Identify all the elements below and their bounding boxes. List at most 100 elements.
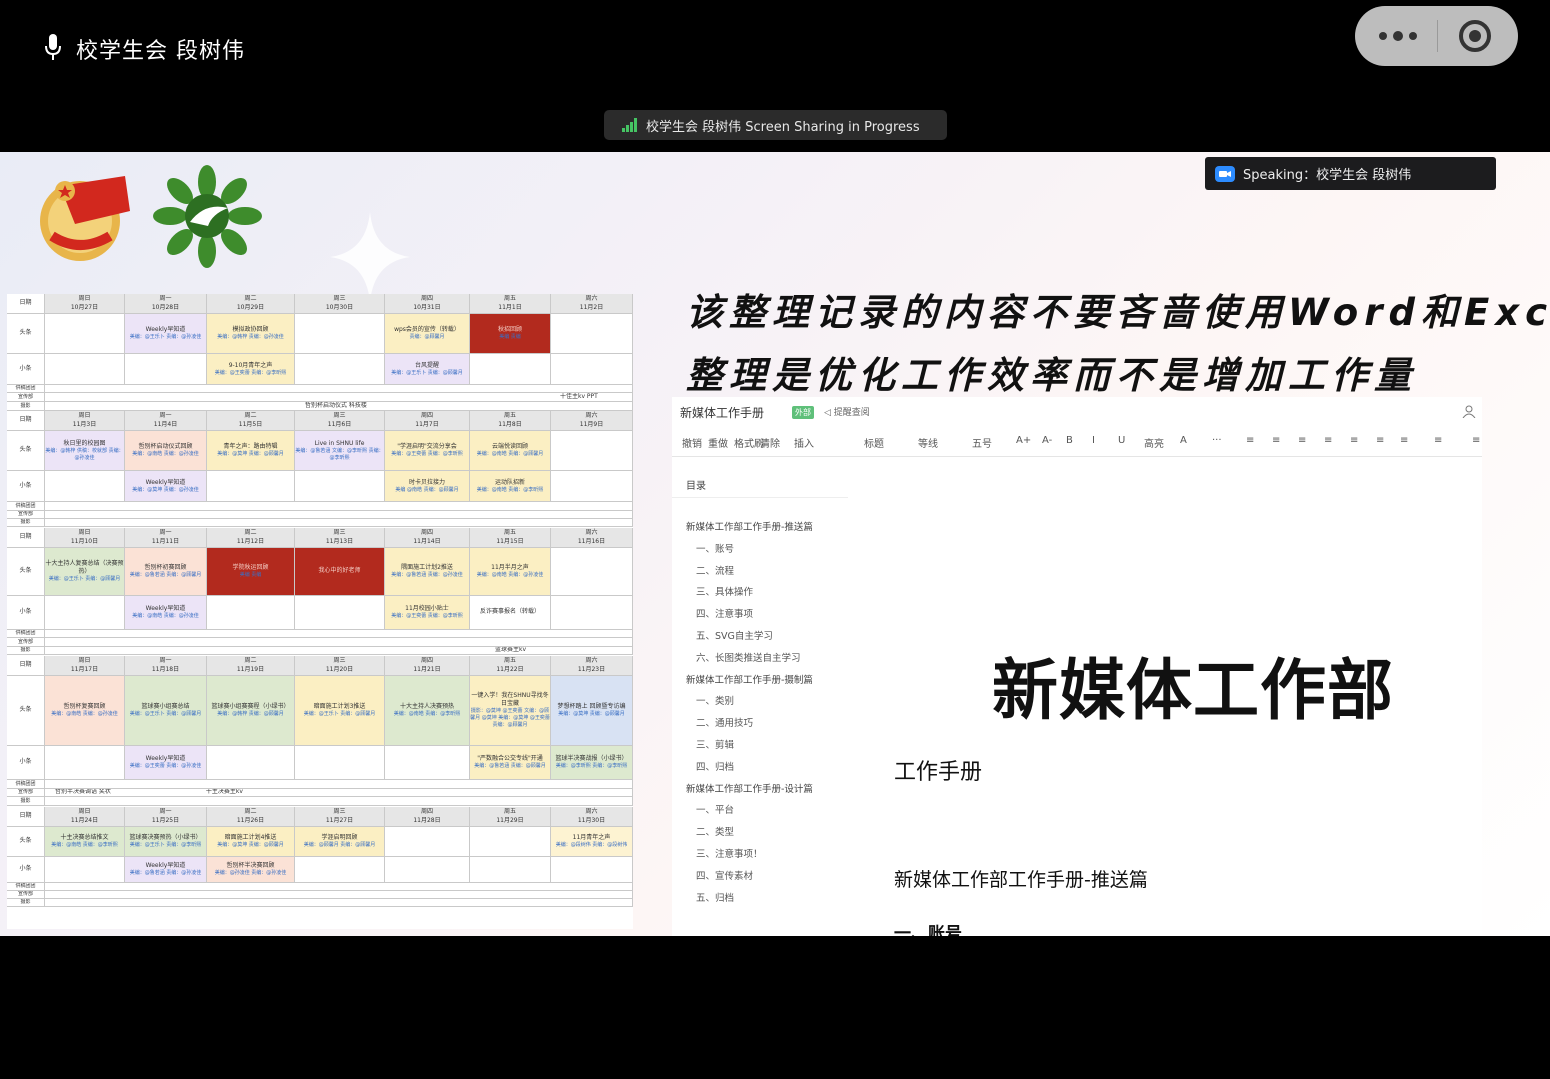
toolbar-button[interactable]: U: [1118, 435, 1125, 446]
toc-item[interactable]: 三、注意事项！: [696, 846, 763, 860]
schedule-cell[interactable]: 11月半月之声 美编：@南皓 责编：@孙凌佳: [470, 548, 551, 596]
schedule-cell[interactable]: wps会员的宣传（转载） 责编：@顾馨月: [385, 314, 470, 354]
schedule-cell[interactable]: 暗面施工计划4推送 美编：@莫坤 责编：@顾馨月: [207, 827, 295, 857]
user-icon[interactable]: [1462, 404, 1476, 418]
list-format-icon[interactable]: ≡: [1298, 435, 1306, 446]
toc-item[interactable]: 一、类别: [696, 693, 734, 707]
schedule-cell[interactable]: [385, 827, 470, 857]
schedule-cell[interactable]: 十大主持人决赛预热 美编：@南皓 责编：@李昕熙: [385, 676, 470, 746]
toc-item[interactable]: 一、账号: [696, 541, 734, 555]
schedule-cell[interactable]: 隅面施工计划2推送 美编：@鲁若涵 责编：@孙凌佳: [385, 548, 470, 596]
schedule-cell[interactable]: 篮球赛决赛预热（小绿书） 美编：@王乐卜 责编：@李昕熙: [125, 827, 207, 857]
toolbar-button[interactable]: I: [1092, 435, 1095, 446]
toolbar-button[interactable]: 标题: [864, 435, 884, 450]
toolbar-button[interactable]: 等线: [918, 435, 938, 450]
schedule-cell[interactable]: 梦想杯踏上 回顾暨专访编 美编：@莫坤 责编：@顾馨月: [551, 676, 633, 746]
schedule-cell[interactable]: 青年之声：路由特辑 美编：@莫坤 责编：@顾馨月: [207, 431, 295, 471]
schedule-cell[interactable]: 十主决赛总结推文 美编：@南皓 责编：@李昕熙: [45, 827, 125, 857]
toc-item[interactable]: 三、剪辑: [696, 737, 734, 751]
toolbar-button[interactable]: 重做: [708, 435, 728, 450]
toolbar-button[interactable]: 插入: [794, 435, 814, 450]
toc-section[interactable]: 新媒体工作部工作手册-推送篇: [686, 519, 813, 533]
schedule-cell[interactable]: Weekly早知道 美编：@鲁若涵 责编：@孙凌佳: [125, 857, 207, 883]
schedule-cell[interactable]: [295, 314, 385, 354]
list-format-icon[interactable]: ≡: [1376, 435, 1384, 446]
schedule-cell[interactable]: Weekly早知道 美编：@南皓 责编：@孙凌佳: [125, 596, 207, 630]
schedule-cell[interactable]: 台风提醒 美编：@王乐卜 责编：@顾馨月: [385, 354, 470, 385]
schedule-cell[interactable]: 学院秋运回顾 美编 责编: [207, 548, 295, 596]
toc-item[interactable]: 五、SVG自主学习: [696, 628, 773, 642]
toolbar-button[interactable]: A-: [1042, 435, 1052, 446]
schedule-cell[interactable]: [45, 354, 125, 385]
schedule-cell[interactable]: [551, 354, 633, 385]
schedule-cell[interactable]: [470, 857, 551, 883]
schedule-cell[interactable]: 篮球赛小组赛赛程（小绿书） 美编：@韩梓 责编：@顾馨月: [207, 676, 295, 746]
schedule-cell[interactable]: 哲别杯复赛回顾 美编：@南皓 责编：@孙凌佳: [45, 676, 125, 746]
toolbar-button[interactable]: ···: [1212, 435, 1222, 446]
toc-item[interactable]: 四、宣传素材: [696, 868, 753, 882]
schedule-cell[interactable]: [385, 746, 470, 780]
schedule-cell[interactable]: 9-10月青年之声 美编：@王奕蕾 责编：@李昕熙: [207, 354, 295, 385]
toc-item[interactable]: 二、通用技巧: [696, 715, 753, 729]
schedule-cell[interactable]: [295, 746, 385, 780]
list-format-icon[interactable]: ≡: [1350, 435, 1358, 446]
schedule-cell[interactable]: 模拟政协回顾 美编：@韩梓 责编：@孙凌佳: [207, 314, 295, 354]
target-icon[interactable]: [1457, 18, 1493, 54]
schedule-cell[interactable]: 反诈赛事报名（转载）: [470, 596, 551, 630]
schedule-cell[interactable]: 云端悦读回顾 美编：@南皓 责编：@顾馨月: [470, 431, 551, 471]
screen-sharing-banner[interactable]: 校学生会 段树伟 Screen Sharing in Progress: [604, 110, 947, 140]
toc-item[interactable]: 四、注意事项: [696, 606, 753, 620]
schedule-cell[interactable]: [207, 471, 295, 502]
toc-item[interactable]: 二、类型: [696, 824, 734, 838]
toolbar-button[interactable]: B: [1066, 435, 1073, 446]
list-format-icon[interactable]: ≡: [1434, 435, 1442, 446]
schedule-cell[interactable]: [295, 857, 385, 883]
schedule-cell[interactable]: 运动队招新 美编：@南皓 责编：@李昕熙: [470, 471, 551, 502]
schedule-cell[interactable]: [551, 471, 633, 502]
toolbar-button[interactable]: 撤销: [682, 435, 702, 450]
toc-item[interactable]: 六、长图类推送自主学习: [696, 650, 801, 664]
schedule-cell[interactable]: [551, 857, 633, 883]
schedule-cell[interactable]: 我心中的好老师: [295, 548, 385, 596]
schedule-cell[interactable]: [45, 857, 125, 883]
schedule-cell[interactable]: [470, 827, 551, 857]
schedule-cell[interactable]: "学涯启明"交流分享会 美编：@王奕蕾 责编：@李昕熙: [385, 431, 470, 471]
schedule-cell[interactable]: 时卡贝拉接力 美编 @南皓 责编：@顾馨月: [385, 471, 470, 502]
schedule-cell[interactable]: [551, 431, 633, 471]
list-format-icon[interactable]: ≡: [1400, 435, 1408, 446]
toolbar-button[interactable]: 清除: [760, 435, 780, 450]
schedule-cell[interactable]: 哲别杯半决赛回顾 美编：@孙凌佳 责编：@孙凌佳: [207, 857, 295, 883]
list-format-icon[interactable]: ≡: [1272, 435, 1280, 446]
toc-section[interactable]: 新媒体工作部工作手册-摄制篇: [686, 672, 813, 686]
schedule-cell[interactable]: [385, 857, 470, 883]
schedule-cell[interactable]: 十大主持人复赛总结（决赛预热） 美编：@王乐卜 责编：@顾馨月: [45, 548, 125, 596]
microphone-icon[interactable]: [44, 33, 62, 63]
schedule-cell[interactable]: 一键入学！我在SHNU寻找冬日宝藏 摄影：@莫坤 @王奕蕾 文编：@顾馨月 @莫坤…: [470, 676, 551, 746]
more-icon[interactable]: [1373, 22, 1423, 50]
schedule-cell[interactable]: "严数融合公交专线"开通 美编：@鲁若涵 责编：@顾馨月: [470, 746, 551, 780]
schedule-cell[interactable]: [207, 596, 295, 630]
schedule-cell[interactable]: [45, 471, 125, 502]
toc-item[interactable]: 五、归档: [696, 890, 734, 904]
list-format-icon[interactable]: ≡: [1246, 435, 1254, 446]
schedule-cell[interactable]: 秋招回顾 美编 责编: [470, 314, 551, 354]
list-format-icon[interactable]: ≡: [1472, 435, 1480, 446]
schedule-cell[interactable]: [207, 746, 295, 780]
schedule-cell[interactable]: [45, 596, 125, 630]
schedule-cell[interactable]: Weekly早知道 美编：@王奕蕾 责编：@孙凌佳: [125, 746, 207, 780]
schedule-cell[interactable]: 哲别杯初赛回顾 美编：@鲁若涵 责编：@顾馨月: [125, 548, 207, 596]
remind-button[interactable]: ◁ 提醒查阅: [824, 405, 870, 418]
schedule-cell[interactable]: Weekly早知道 美编：@莫坤 责编：@孙凌佳: [125, 471, 207, 502]
schedule-cell[interactable]: Live in SHNU life 美编：@鲁若涵 文编：@李昕熙 责编：@李昕熙: [295, 431, 385, 471]
schedule-cell[interactable]: 秋日里的校园图 美编：@韩梓 供稿：校就部 责编：@孙凌佳: [45, 431, 125, 471]
toolbar-button[interactable]: 五号: [972, 435, 992, 450]
schedule-cell[interactable]: 11月青年之声 美编：@段树伟 责编：@段树伟: [551, 827, 633, 857]
schedule-cell[interactable]: [125, 354, 207, 385]
schedule-cell[interactable]: [295, 596, 385, 630]
schedule-cell[interactable]: 11月校园小贴士 美编：@王奕蕾 责编：@李昕熙: [385, 596, 470, 630]
toc-section[interactable]: 新媒体工作部工作手册-设计篇: [686, 781, 813, 795]
schedule-cell[interactable]: [551, 596, 633, 630]
schedule-cell[interactable]: 篮球赛小组赛总结 美编：@王乐卜 责编：@顾馨月: [125, 676, 207, 746]
toolbar-button[interactable]: 高亮: [1144, 435, 1164, 450]
schedule-cell[interactable]: [45, 314, 125, 354]
